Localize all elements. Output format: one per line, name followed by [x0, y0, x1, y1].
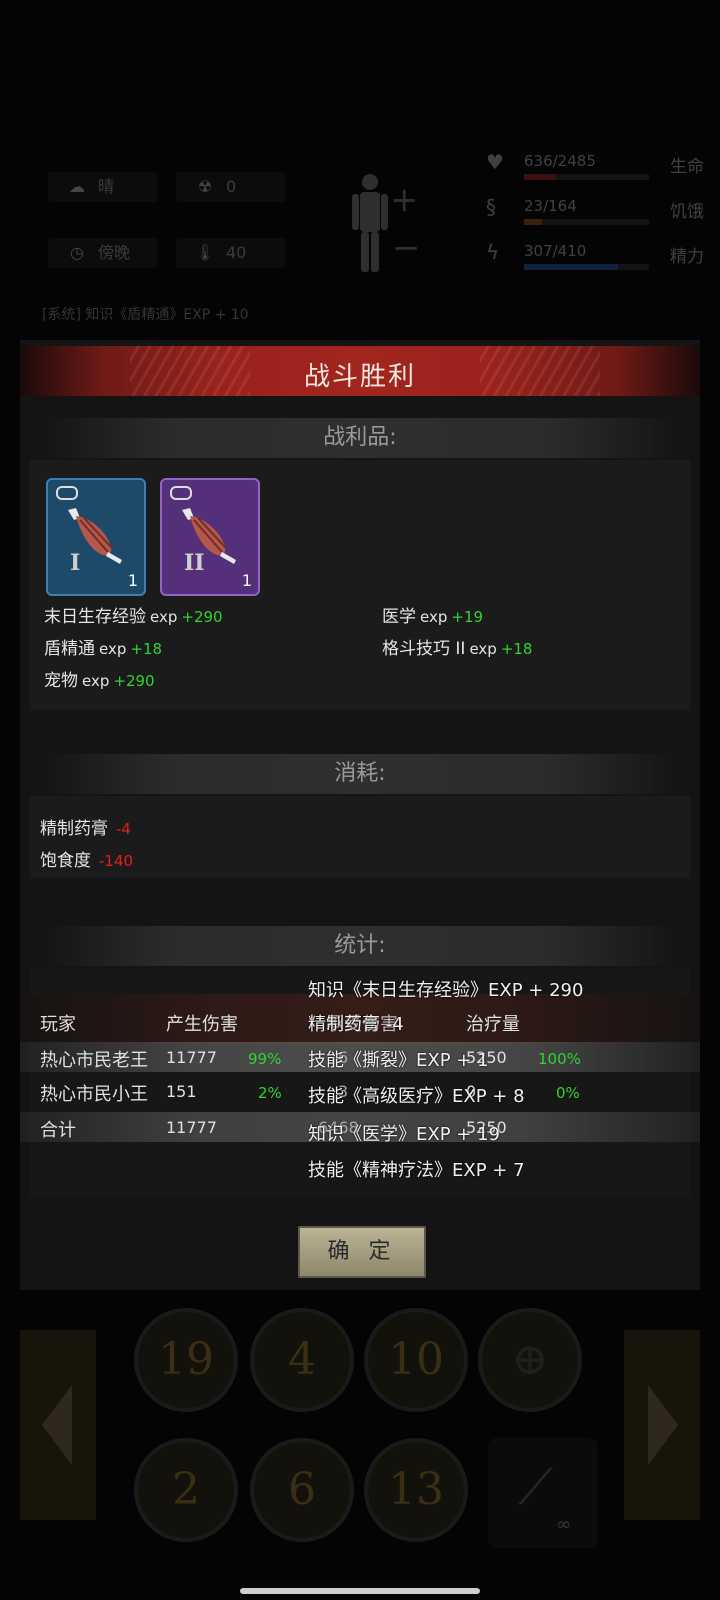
exp-popup-line: 技能《精神疗法》EXP + 7: [308, 1160, 525, 1181]
stats-total-damage: 11777: [166, 1118, 217, 1137]
exp-popup-line: 知识《末日生存经验》EXP + 290: [308, 980, 584, 1001]
exp-popup-line: 知识《医学》EXP + 19: [308, 1124, 500, 1145]
exp-popup-line: 精制药膏 -4: [308, 1014, 404, 1035]
health-bar: ♥ 636/2485 生命: [480, 150, 710, 180]
clock-icon: ◷: [70, 243, 84, 262]
skill-slot-target[interactable]: ⊕: [478, 1308, 582, 1412]
health-label: 生命: [670, 157, 704, 177]
heart-icon: ♥: [486, 150, 504, 174]
item-quantity: 1: [241, 571, 252, 590]
temperature-box: 🌡 40: [176, 238, 286, 268]
temperature-value: 40: [226, 243, 247, 262]
next-page-button[interactable]: [624, 1330, 700, 1520]
chain-icon: [170, 486, 192, 500]
home-indicator[interactable]: [240, 1588, 480, 1594]
thermometer-icon: 🌡: [194, 243, 216, 262]
stats-row-damage-pct: 2%: [258, 1084, 282, 1102]
arrow-left-icon: [42, 1385, 72, 1465]
exp-line: 医学 exp +19: [382, 607, 484, 627]
knife-icon: ⟋: [518, 1458, 553, 1516]
consumption-item: 饱食度 -140: [40, 851, 134, 871]
exp-line: 格斗技巧 II exp +18: [382, 639, 533, 659]
stats-col-damage: 产生伤害: [166, 1014, 238, 1035]
radiation-icon: ☢: [197, 177, 213, 196]
skill-slot-1[interactable]: 19: [134, 1308, 238, 1412]
hunger-value: 23/164: [524, 197, 577, 215]
hunger-label: 饥饿: [670, 202, 704, 222]
radiation-value: 0: [226, 177, 237, 196]
consumption-header: 消耗:: [40, 754, 680, 794]
exp-line: 宠物 exp +290: [44, 671, 155, 691]
title-banner: 战斗胜利: [20, 346, 700, 396]
exp-line: 末日生存经验 exp +290: [44, 607, 223, 627]
lightning-icon: ϟ: [486, 240, 500, 264]
weather-value: 晴: [98, 177, 115, 196]
stats-row-damage-pct: 99%: [248, 1050, 282, 1068]
dialog-title: 战斗胜利: [303, 362, 416, 392]
prev-page-button[interactable]: [20, 1330, 96, 1520]
battle-result-dialog: 战斗胜利 战利品: I 1 II 1 末日生存经验 exp +290 医学 exp +1…: [20, 340, 700, 1290]
skill-slot-6[interactable]: 13: [364, 1438, 468, 1542]
stats-row-player: 热心市民小王: [40, 1084, 148, 1105]
skill-bar: 19 4 10 ⊕ 2 6 13 ⟋ ∞: [0, 1300, 720, 1600]
stats-row-heal-pct: 0%: [556, 1084, 580, 1102]
system-log-line: [系统] 知识《盾精通》EXP + 10: [42, 307, 249, 323]
weather-box: ☁ 晴: [48, 172, 158, 202]
stats-row-heal-pct: 100%: [538, 1050, 581, 1068]
crosshair-icon: ⊕: [511, 1334, 549, 1385]
hunger-bar: § 23/164 饥饿: [480, 195, 710, 225]
stats-header: 统计:: [40, 926, 680, 966]
chain-icon: [56, 486, 78, 500]
energy-value: 307/410: [524, 242, 587, 260]
skill-slot-5[interactable]: 6: [250, 1438, 354, 1542]
stats-row-player: 热心市民老王: [40, 1050, 148, 1071]
stats-col-heal: 治疗量: [466, 1014, 520, 1035]
exp-popup-line: 技能《撕裂》EXP + 1: [308, 1050, 489, 1071]
energy-label: 精力: [670, 247, 704, 267]
exp-line: 盾精通 exp +18: [44, 639, 163, 659]
cloud-sun-icon: ☁: [69, 177, 85, 196]
stomach-icon: §: [486, 195, 496, 219]
item-tier: I: [70, 550, 81, 576]
skill-slot-4[interactable]: 2: [134, 1438, 238, 1542]
arrow-right-icon: [648, 1385, 678, 1465]
confirm-button[interactable]: 确 定: [298, 1226, 426, 1278]
loot-item-2[interactable]: II 1: [160, 478, 260, 596]
skill-slot-3[interactable]: 10: [364, 1308, 468, 1412]
item-quantity: 1: [127, 571, 138, 590]
loot-item-1[interactable]: I 1: [46, 478, 146, 596]
stats-row-damage: 11777: [166, 1048, 217, 1067]
exp-popup-line: 技能《高级医疗》EXP + 8: [308, 1086, 525, 1107]
infinity-count: ∞: [556, 1514, 571, 1535]
status-hud: ☁ 晴 ☢ 0 ◷ 傍晚 🌡 40 + − ♥ 636/2485 生命 § 23/164…: [0, 140, 720, 300]
skill-slot-2[interactable]: 4: [250, 1308, 354, 1412]
loot-header: 战利品:: [40, 418, 680, 458]
time-value: 傍晚: [98, 243, 131, 262]
time-box: ◷ 傍晚: [48, 238, 158, 268]
stats-col-player: 玩家: [40, 1014, 76, 1035]
stats-row-damage: 151: [166, 1082, 197, 1101]
plus-icon[interactable]: +: [390, 180, 419, 220]
minus-icon[interactable]: −: [392, 228, 421, 268]
stats-total-label: 合计: [40, 1120, 76, 1141]
weapon-slot[interactable]: ⟋ ∞: [488, 1438, 598, 1548]
energy-bar: ϟ 307/410 精力: [480, 240, 710, 270]
radiation-box: ☢ 0: [176, 172, 286, 202]
item-tier: II: [184, 550, 205, 576]
consumption-item: 精制药膏 -4: [40, 819, 131, 839]
health-value: 636/2485: [524, 152, 596, 170]
body-figure-icon[interactable]: [352, 172, 388, 272]
